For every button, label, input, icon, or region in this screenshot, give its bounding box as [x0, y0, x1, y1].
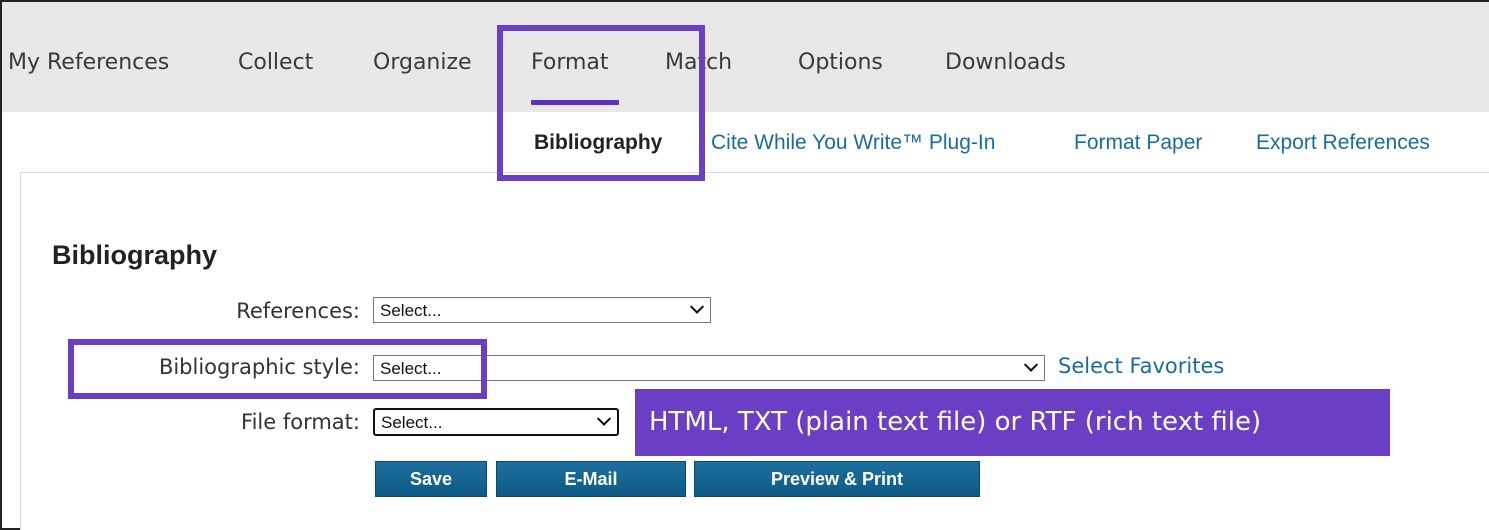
- references-select-value: Select...: [380, 301, 442, 320]
- chevron-down-icon: [689, 299, 705, 314]
- tab-downloads[interactable]: Downloads: [945, 50, 1066, 75]
- file-format-select[interactable]: Select...: [373, 408, 619, 436]
- save-button[interactable]: Save: [375, 461, 487, 497]
- preview-print-button[interactable]: Preview & Print: [694, 461, 980, 497]
- file-format-label: File format:: [241, 410, 360, 434]
- chevron-down-icon: [596, 411, 612, 426]
- file-format-callout: HTML, TXT (plain text file) or RTF (rich…: [635, 389, 1390, 456]
- chevron-down-icon: [1023, 357, 1039, 372]
- email-button[interactable]: E-Mail: [496, 461, 686, 497]
- references-select[interactable]: Select...: [373, 297, 711, 323]
- tab-my-references[interactable]: My References: [8, 50, 169, 75]
- page-title: Bibliography: [52, 240, 218, 270]
- subtab-format-paper[interactable]: Format Paper: [1074, 131, 1202, 155]
- tab-collect[interactable]: Collect: [238, 50, 313, 75]
- select-favorites-link[interactable]: Select Favorites: [1058, 354, 1224, 378]
- subtab-export-references[interactable]: Export References: [1256, 131, 1430, 155]
- top-nav-bar: [2, 2, 1489, 112]
- tab-options[interactable]: Options: [798, 50, 883, 75]
- format-tab-highlight: [497, 25, 705, 181]
- file-format-select-value: Select...: [381, 413, 443, 432]
- references-label: References:: [236, 299, 360, 323]
- tab-organize[interactable]: Organize: [373, 50, 472, 75]
- subtab-cite-while-you-write[interactable]: Cite While You Write™ Plug-In: [711, 131, 995, 155]
- bibliographic-style-highlight: [68, 339, 487, 399]
